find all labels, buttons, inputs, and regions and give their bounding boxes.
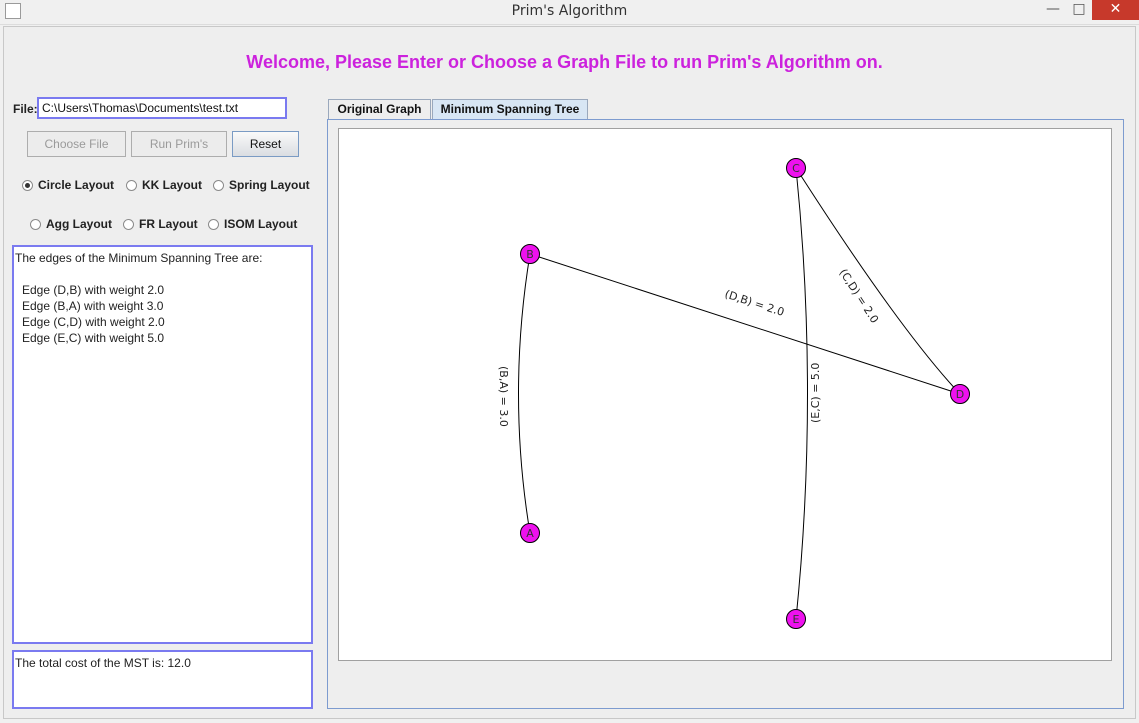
graph-node-label: C (792, 162, 800, 175)
graph-node-label: D (956, 388, 964, 401)
radio-icon (30, 219, 41, 230)
edge-label-e-c: (E,C) = 5.0 (809, 363, 822, 423)
minimize-icon[interactable]: — (1040, 0, 1066, 20)
graph-svg: (D,B) = 2.0 (B,A) = 3.0 (C,D) = 2.0 (E,C… (497, 158, 970, 629)
graph-nodes: A B C D E (520, 158, 970, 629)
graph-canvas[interactable]: (D,B) = 2.0 (B,A) = 3.0 (C,D) = 2.0 (E,C… (338, 128, 1112, 661)
graph-node-label: B (526, 248, 534, 261)
reset-button[interactable]: Reset (232, 131, 299, 157)
welcome-heading: Welcome, Please Enter or Choose a Graph … (246, 52, 883, 72)
edge-label-b-a: (B,A) = 3.0 (497, 366, 510, 427)
kk-layout-label: KK Layout (142, 178, 202, 192)
total-cost-text: The total cost of the MST is: 12.0 (15, 656, 191, 670)
graph-node-label: A (526, 527, 534, 540)
window-title: Prim's Algorithm (511, 3, 628, 19)
tab-minimum-spanning-tree[interactable]: Minimum Spanning Tree (432, 99, 588, 120)
choose-file-button[interactable]: Choose File (27, 131, 126, 157)
file-label: File: (13, 102, 38, 116)
mst-edges-header: The edges of the Minimum Spanning Tree a… (15, 251, 263, 265)
close-icon[interactable]: ✕ (1092, 0, 1139, 20)
isom-layout-label: ISOM Layout (224, 217, 298, 231)
radio-icon (213, 180, 224, 191)
agg-layout-label: Agg Layout (46, 217, 112, 231)
run-prims-button[interactable]: Run Prim's (131, 131, 227, 157)
radio-selected-icon (22, 180, 33, 191)
mst-edge-line: Edge (B,A) with weight 3.0 (22, 299, 164, 313)
graph-node-label: E (793, 613, 800, 626)
tab-original-graph[interactable]: Original Graph (328, 99, 431, 120)
edge-label-c-d: (C,D) = 2.0 (836, 267, 881, 326)
spring-layout-label: Spring Layout (229, 178, 310, 192)
spring-layout-radio[interactable]: Spring Layout (213, 178, 310, 192)
circle-layout-radio[interactable]: Circle Layout (22, 178, 114, 192)
edge-d-b (529, 253, 961, 395)
mst-edge-line: Edge (D,B) with weight 2.0 (22, 283, 165, 297)
mst-edge-line: Edge (E,C) with weight 5.0 (22, 331, 165, 345)
file-path-input[interactable] (37, 97, 287, 119)
kk-layout-radio[interactable]: KK Layout (126, 178, 202, 192)
fr-layout-label: FR Layout (139, 217, 198, 231)
circle-layout-label: Circle Layout (38, 178, 115, 192)
edge-c-d (795, 167, 961, 395)
total-cost-textarea[interactable]: The total cost of the MST is: 12.0 (12, 650, 313, 709)
isom-layout-radio[interactable]: ISOM Layout (208, 217, 297, 231)
mst-edges-textarea[interactable]: The edges of the Minimum Spanning Tree a… (12, 245, 313, 644)
radio-icon (126, 180, 137, 191)
fr-layout-radio[interactable]: FR Layout (123, 217, 198, 231)
title-bar: Prim's Algorithm — □ ✕ (0, 0, 1139, 25)
mst-edge-line: Edge (C,D) with weight 2.0 (22, 315, 165, 329)
radio-icon (208, 219, 219, 230)
edge-e-c (795, 167, 808, 620)
edge-b-a (518, 253, 531, 534)
agg-layout-radio[interactable]: Agg Layout (30, 217, 112, 231)
maximize-icon[interactable]: □ (1066, 0, 1092, 20)
edge-label-d-b: (D,B) = 2.0 (723, 287, 786, 318)
radio-icon (123, 219, 134, 230)
